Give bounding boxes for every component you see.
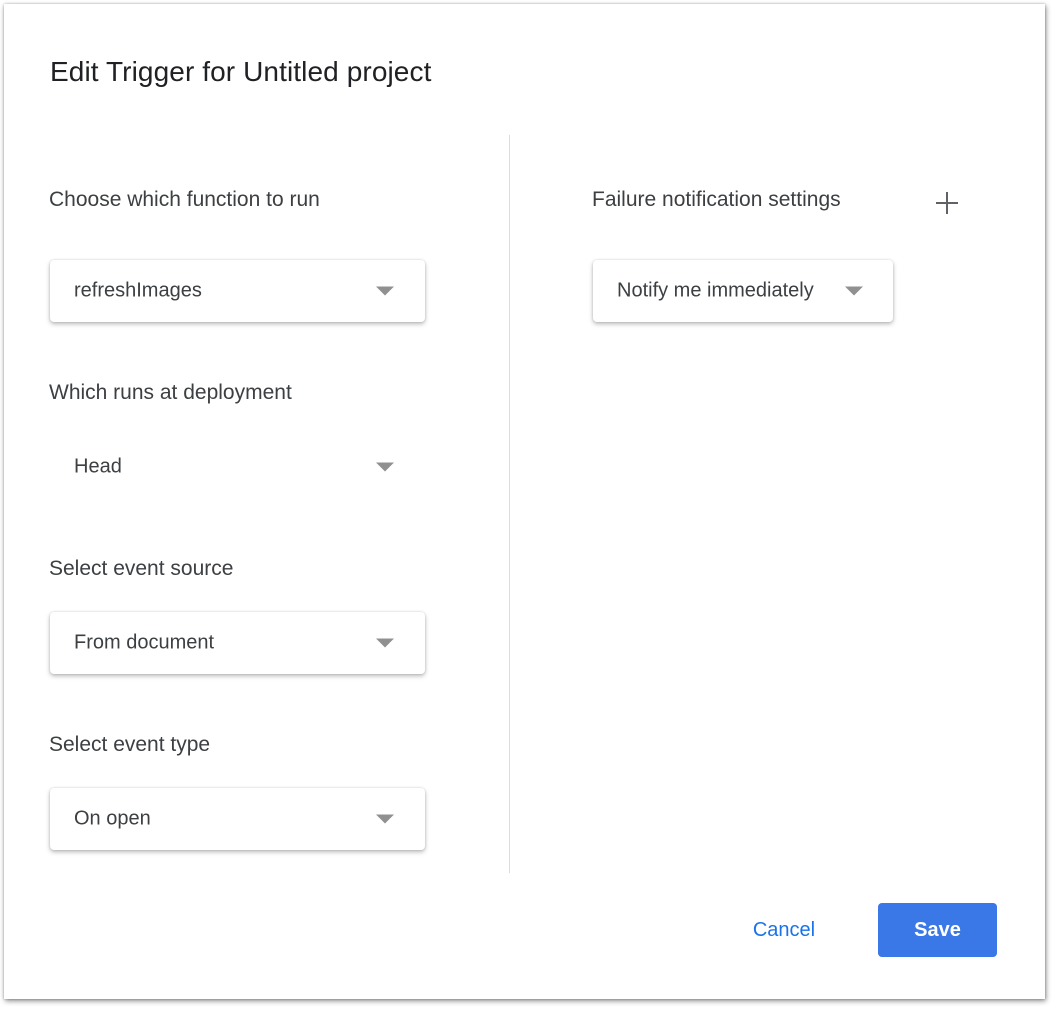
dialog-title: Edit Trigger for Untitled project — [50, 56, 432, 87]
save-button[interactable]: Save — [878, 903, 997, 957]
event-source-select[interactable]: From document — [50, 612, 425, 674]
dropdown-arrow-icon — [376, 638, 394, 648]
event-type-select-value: On open — [74, 807, 151, 830]
plus-icon[interactable] — [932, 188, 962, 218]
function-label: Choose which function to run — [49, 188, 320, 211]
failure-notification-select-value: Notify me immediately — [617, 279, 814, 302]
function-select-value: refreshImages — [74, 279, 202, 302]
dropdown-arrow-icon — [376, 462, 394, 472]
failure-notification-label: Failure notification settings — [592, 188, 841, 211]
dropdown-arrow-icon — [376, 286, 394, 296]
deployment-label: Which runs at deployment — [49, 381, 292, 404]
deployment-select[interactable]: Head — [50, 436, 425, 498]
edit-trigger-dialog: Edit Trigger for Untitled project Choose… — [4, 4, 1045, 999]
event-type-label: Select event type — [49, 733, 211, 756]
column-divider — [509, 135, 510, 873]
event-source-select-value: From document — [74, 631, 215, 654]
dropdown-arrow-icon — [376, 814, 394, 824]
event-source-label: Select event source — [49, 557, 234, 580]
deployment-select-value: Head — [74, 455, 122, 478]
dropdown-arrow-icon — [845, 286, 863, 296]
event-type-select[interactable]: On open — [50, 788, 425, 850]
function-select[interactable]: refreshImages — [50, 260, 425, 322]
cancel-button[interactable]: Cancel — [734, 904, 834, 956]
failure-notification-select[interactable]: Notify me immediately — [593, 260, 893, 322]
